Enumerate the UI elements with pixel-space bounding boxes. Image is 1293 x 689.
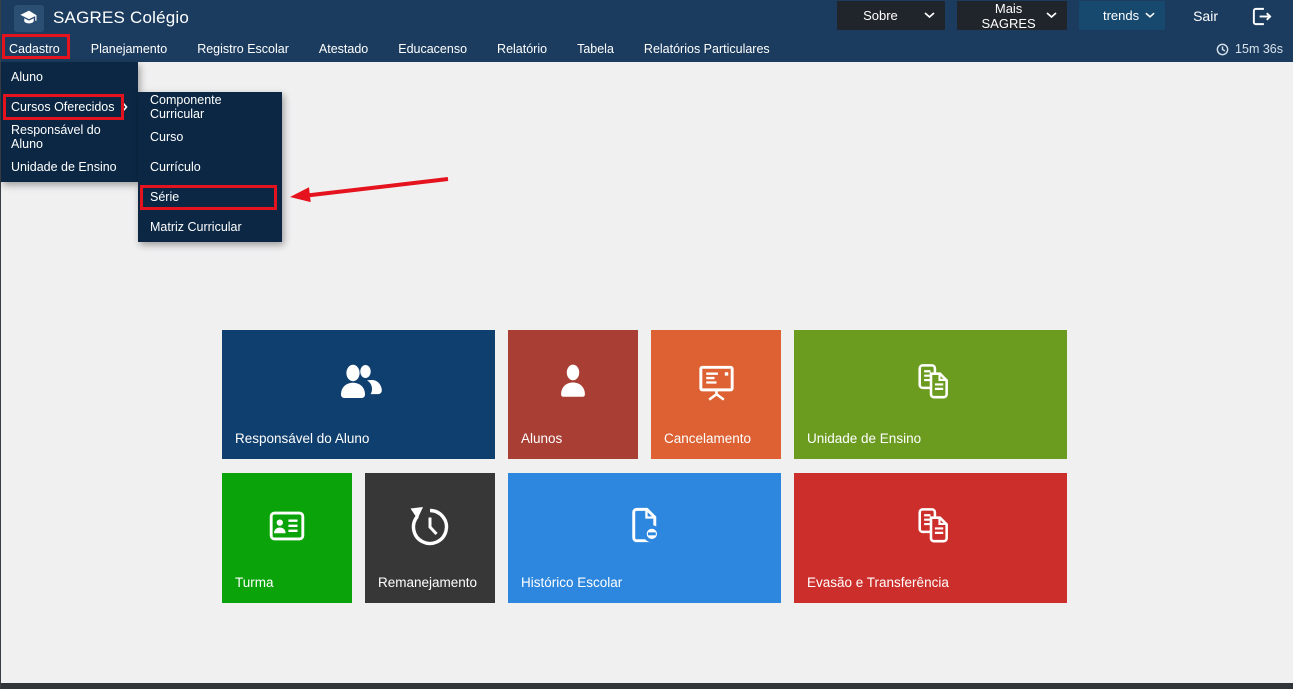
cursos-oferecidos-submenu-panel: Componente Curricular Curso Currículo Sé… — [138, 92, 282, 242]
tile-label: Turma — [222, 575, 352, 603]
tile-label: Alunos — [508, 431, 638, 459]
trends-label: trends — [1103, 8, 1139, 23]
mais-sagres-label: Mais SAGRES — [971, 1, 1046, 31]
submenu-item-curso[interactable]: Curso — [138, 122, 282, 152]
user-icon — [508, 330, 638, 431]
tile-unidade-de-ensino[interactable]: Unidade de Ensino — [794, 330, 1067, 459]
tile-label: Responsável do Aluno — [222, 431, 495, 459]
dropdown-item-unidade-de-ensino[interactable]: Unidade de Ensino — [1, 152, 138, 182]
chevron-down-icon — [1145, 12, 1155, 19]
presentation-board-icon — [651, 330, 781, 431]
menu-item-atestado[interactable]: Atestado — [304, 36, 383, 62]
sobre-label: Sobre — [863, 8, 898, 23]
tile-label: Evasão e Transferência — [794, 575, 1067, 603]
tile-cancelamento[interactable]: Cancelamento — [651, 330, 781, 459]
tile-turma[interactable]: Turma — [222, 473, 352, 603]
chevron-right-icon — [122, 102, 128, 112]
menu-item-planejamento[interactable]: Planejamento — [76, 36, 182, 62]
submenu-item-matriz-curricular[interactable]: Matriz Curricular — [138, 212, 282, 242]
clock-icon — [1216, 43, 1229, 56]
tile-responsavel-do-aluno[interactable]: Responsável do Aluno — [222, 330, 495, 459]
session-timer: 15m 36s — [1216, 42, 1293, 56]
app-title: SAGRES Colégio — [53, 8, 189, 28]
bottom-edge-bar — [1, 683, 1293, 689]
logout-icon[interactable] — [1250, 6, 1273, 27]
history-clock-icon — [365, 473, 495, 575]
sair-button[interactable]: Sair — [1177, 2, 1232, 31]
users-icon — [222, 330, 495, 431]
tile-label: Remanejamento — [365, 575, 495, 603]
submenu-item-serie[interactable]: Série — [138, 182, 282, 212]
annotation-arrow — [283, 168, 453, 206]
submenu-item-componente-curricular[interactable]: Componente Curricular — [138, 92, 282, 122]
trends-dropdown[interactable]: trends — [1079, 1, 1165, 30]
topbar: SAGRES Colégio Sobre Mais SAGRES trends … — [1, 0, 1293, 36]
mais-sagres-dropdown[interactable]: Mais SAGRES — [957, 1, 1067, 30]
menubar: Cadastro Planejamento Registro Escolar A… — [1, 36, 1293, 62]
contact-card-icon — [222, 473, 352, 575]
dropdown-item-cursos-oferecidos[interactable]: Cursos Oferecidos — [1, 92, 138, 122]
brand: SAGRES Colégio — [1, 5, 189, 32]
cadastro-dropdown-panel: Aluno Cursos Oferecidos Responsável do A… — [1, 62, 138, 182]
dropdown-item-aluno[interactable]: Aluno — [1, 62, 138, 92]
tile-remanejamento[interactable]: Remanejamento — [365, 473, 495, 603]
sobre-dropdown[interactable]: Sobre — [837, 1, 945, 30]
tile-historico-escolar[interactable]: Histórico Escolar — [508, 473, 781, 603]
tile-alunos[interactable]: Alunos — [508, 330, 638, 459]
copy-documents-icon — [794, 330, 1067, 431]
menu-item-tabela[interactable]: Tabela — [562, 36, 629, 62]
topbar-right: Sobre Mais SAGRES trends Sair — [837, 0, 1293, 36]
menubar-items: Cadastro Planejamento Registro Escolar A… — [1, 36, 785, 62]
app-logo[interactable] — [14, 5, 44, 32]
tile-grid: Responsável do Aluno Alunos Cancelamento — [222, 330, 1067, 603]
document-minus-icon — [508, 473, 781, 575]
tile-label: Unidade de Ensino — [794, 431, 1067, 459]
graduation-cap-icon — [19, 9, 39, 27]
menu-item-relatorios-particulares[interactable]: Relatórios Particulares — [629, 36, 785, 62]
chevron-down-icon — [1046, 12, 1057, 19]
session-timer-value: 15m 36s — [1235, 42, 1283, 56]
chevron-down-icon — [924, 12, 935, 19]
menu-item-relatorio[interactable]: Relatório — [482, 36, 562, 62]
tile-evasao-e-transferencia[interactable]: Evasão e Transferência — [794, 473, 1067, 603]
menu-item-cadastro[interactable]: Cadastro — [9, 36, 76, 62]
dropdown-item-responsavel-do-aluno[interactable]: Responsável do Aluno — [1, 122, 138, 152]
menu-item-registro-escolar[interactable]: Registro Escolar — [182, 36, 304, 62]
tile-label: Cancelamento — [651, 431, 781, 459]
copy-documents-icon — [794, 473, 1067, 575]
submenu-item-curriculo[interactable]: Currículo — [138, 152, 282, 182]
menu-item-educacenso[interactable]: Educacenso — [383, 36, 482, 62]
tile-label: Histórico Escolar — [508, 575, 781, 603]
